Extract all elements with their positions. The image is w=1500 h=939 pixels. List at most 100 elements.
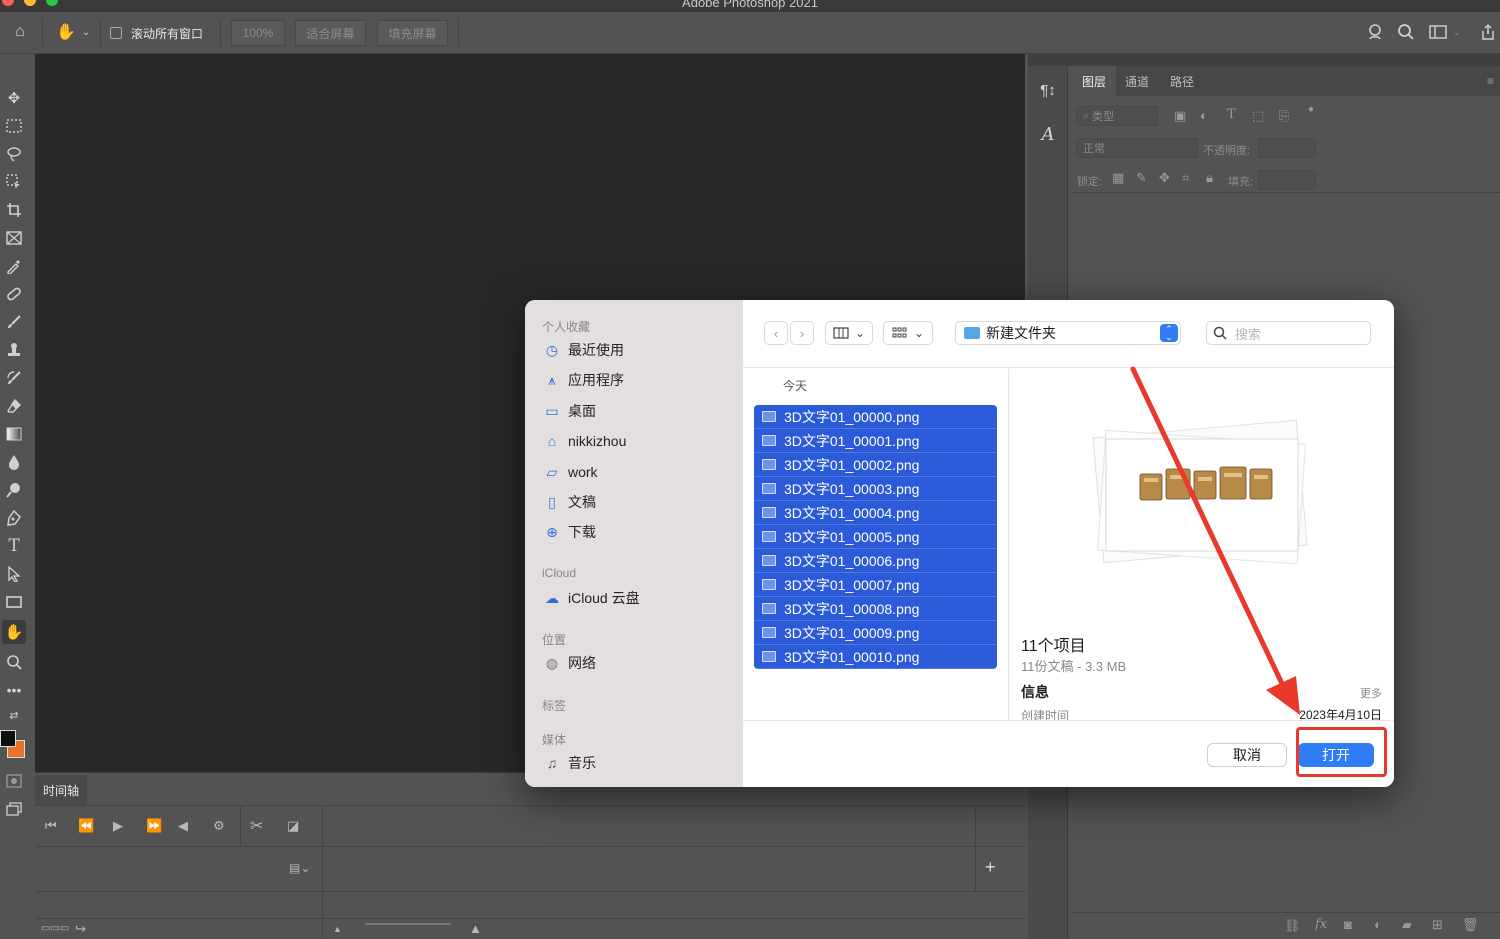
sidebar-item-music[interactable]: ♫ 音乐 <box>543 752 596 774</box>
quick-mask-icon[interactable] <box>2 769 26 793</box>
audio-icon[interactable]: ◀ <box>178 818 188 834</box>
next-frame-icon[interactable]: ⏩ <box>146 818 162 834</box>
timeline-tab[interactable]: 时间轴 <box>35 775 87 805</box>
more-tools-icon[interactable]: ••• <box>2 678 26 702</box>
link-layers-icon[interactable]: ⛓ <box>1284 918 1301 934</box>
sidebar-item-network[interactable]: ◍ 网络 <box>543 652 596 674</box>
group-by-button[interactable]: ⌄ <box>883 321 933 345</box>
move-tool-icon[interactable]: ✥ <box>2 86 26 110</box>
tab-channels[interactable]: 通道 <box>1125 66 1149 96</box>
hand-tool-icon[interactable]: ✋ <box>2 620 26 644</box>
play-icon[interactable]: ▶ <box>113 818 123 834</box>
healing-brush-tool-icon[interactable] <box>2 282 26 306</box>
file-row[interactable]: 3D文字01_00002.png <box>754 453 997 477</box>
type-filter-icon[interactable]: T <box>1227 107 1236 122</box>
file-row[interactable]: 3D文字01_00004.png <box>754 501 997 525</box>
file-row[interactable]: 3D文字01_00009.png <box>754 621 997 645</box>
object-selection-tool-icon[interactable] <box>2 170 26 194</box>
eyedropper-tool-icon[interactable] <box>2 254 26 278</box>
search-icon[interactable] <box>1394 20 1418 44</box>
trash-icon[interactable]: 🗑︎ <box>1462 917 1479 933</box>
scissors-icon[interactable]: ✂ <box>250 816 263 836</box>
file-row[interactable]: 3D文字01_00001.png <box>754 429 997 453</box>
sidebar-item-downloads[interactable]: ⊕ 下载 <box>543 521 596 543</box>
frame-tool-icon[interactable] <box>2 226 26 250</box>
path-selection-tool-icon[interactable] <box>2 562 26 586</box>
adjustment-filter-icon[interactable]: ◐ <box>1200 108 1208 123</box>
column-view-button[interactable]: ⌄ <box>825 321 873 345</box>
blur-tool-icon[interactable] <box>2 450 26 474</box>
scroll-all-windows-checkbox[interactable] <box>110 27 122 39</box>
character-style-icon[interactable]: A <box>1036 122 1060 146</box>
home-icon[interactable]: ⌂ <box>8 20 32 44</box>
settings-gear-icon[interactable]: ⚙ <box>213 818 225 834</box>
file-row[interactable]: 3D文字01_00000.png <box>754 405 997 429</box>
user-search-icon[interactable] <box>1364 20 1388 44</box>
zoom-slider[interactable] <box>365 923 451 925</box>
foreground-color-swatch[interactable] <box>0 730 16 747</box>
preview-more-link[interactable]: 更多 <box>1360 685 1382 701</box>
film-strip-icon[interactable]: ▤⌄ <box>289 861 310 875</box>
swap-colors-icon[interactable]: ⇄ <box>2 707 26 723</box>
sidebar-item-work[interactable]: ▱ work <box>543 461 598 483</box>
back-button[interactable]: ‹ <box>764 321 788 345</box>
sidebar-item-icloud-drive[interactable]: ☁ iCloud 云盘 <box>543 587 640 609</box>
cancel-button[interactable]: 取消 <box>1207 743 1287 767</box>
chevron-down-icon[interactable]: ⌄ <box>1450 20 1464 44</box>
clone-stamp-tool-icon[interactable] <box>2 338 26 362</box>
search-field[interactable]: 搜索 <box>1206 321 1371 345</box>
add-mask-icon[interactable]: ◙ <box>1344 917 1352 932</box>
share-icon[interactable] <box>1476 20 1500 44</box>
previous-frame-icon[interactable]: ⏪ <box>78 818 94 834</box>
filter-toggle-icon[interactable]: ● <box>1308 104 1314 115</box>
type-tool-icon[interactable]: T <box>2 534 26 558</box>
layer-filter-select[interactable]: ⌕ 类型 <box>1076 106 1158 126</box>
tab-layers[interactable]: 图层 <box>1072 66 1117 96</box>
lock-image-icon[interactable]: ✎ <box>1136 170 1147 186</box>
file-row[interactable]: 3D文字01_00003.png <box>754 477 997 501</box>
folder-path-select[interactable]: 新建文件夹 ⌃ ⌄ <box>955 321 1181 345</box>
convert-animation-icon[interactable]: ↪ <box>75 921 86 937</box>
zoom-tool-icon[interactable] <box>2 650 26 674</box>
new-layer-icon[interactable]: ⊞ <box>1432 917 1443 933</box>
file-row[interactable]: 3D文字01_00008.png <box>754 597 997 621</box>
lock-transparent-icon[interactable]: ▦ <box>1112 170 1124 186</box>
panel-menu-icon[interactable]: ≡ <box>1487 66 1494 96</box>
frame-view-icon[interactable]: ▭▭▭ <box>41 923 69 934</box>
sidebar-item-recents[interactable]: ◷ 最近使用 <box>543 339 624 361</box>
image-filter-icon[interactable]: ▣ <box>1174 108 1186 124</box>
zoom-out-icon[interactable]: ▲ <box>333 924 342 934</box>
tab-paths[interactable]: 路径 <box>1170 66 1194 96</box>
fill-input[interactable] <box>1258 170 1316 190</box>
file-row[interactable]: 3D文字01_00007.png <box>754 573 997 597</box>
shape-filter-icon[interactable]: ⬚ <box>1252 108 1264 124</box>
hand-tool-icon[interactable]: ✋ <box>54 20 78 44</box>
add-track-icon[interactable]: + <box>985 857 996 878</box>
lock-artboard-icon[interactable]: ⌗ <box>1182 170 1189 186</box>
brush-tool-icon[interactable] <box>2 310 26 334</box>
file-row[interactable]: 3D文字01_00005.png <box>754 525 997 549</box>
sidebar-item-documents[interactable]: ▯ 文稿 <box>543 491 596 513</box>
pen-tool-icon[interactable] <box>2 506 26 530</box>
fit-screen-button[interactable]: 适合屏幕 <box>295 20 366 46</box>
file-row[interactable]: 3D文字01_00010.png <box>754 645 997 669</box>
sidebar-item-desktop[interactable]: ▭ 桌面 <box>543 400 596 422</box>
transition-icon[interactable]: ◪ <box>287 818 299 834</box>
crop-tool-icon[interactable] <box>2 198 26 222</box>
file-row[interactable]: 3D文字01_00006.png <box>754 549 997 573</box>
sidebar-item-applications[interactable]: ⩚ 应用程序 <box>543 369 624 391</box>
rectangle-tool-icon[interactable] <box>2 590 26 614</box>
adjustment-layer-icon[interactable]: ◐ <box>1374 917 1382 932</box>
eraser-tool-icon[interactable] <box>2 394 26 418</box>
gradient-tool-icon[interactable] <box>2 422 26 446</box>
paragraph-style-icon[interactable]: ¶↕ <box>1036 78 1060 102</box>
smart-object-filter-icon[interactable]: ⎘ <box>1279 108 1289 124</box>
dodge-tool-icon[interactable] <box>2 478 26 502</box>
marquee-tool-icon[interactable] <box>2 114 26 138</box>
zoom-100-button[interactable]: 100% <box>231 20 285 46</box>
zoom-in-icon[interactable]: ▲ <box>469 921 482 936</box>
workspace-icon[interactable] <box>1426 20 1450 44</box>
lock-position-icon[interactable]: ✥ <box>1159 170 1170 186</box>
layer-style-fx-icon[interactable]: fx <box>1315 917 1327 932</box>
blend-mode-select[interactable]: 正常 <box>1076 138 1198 158</box>
